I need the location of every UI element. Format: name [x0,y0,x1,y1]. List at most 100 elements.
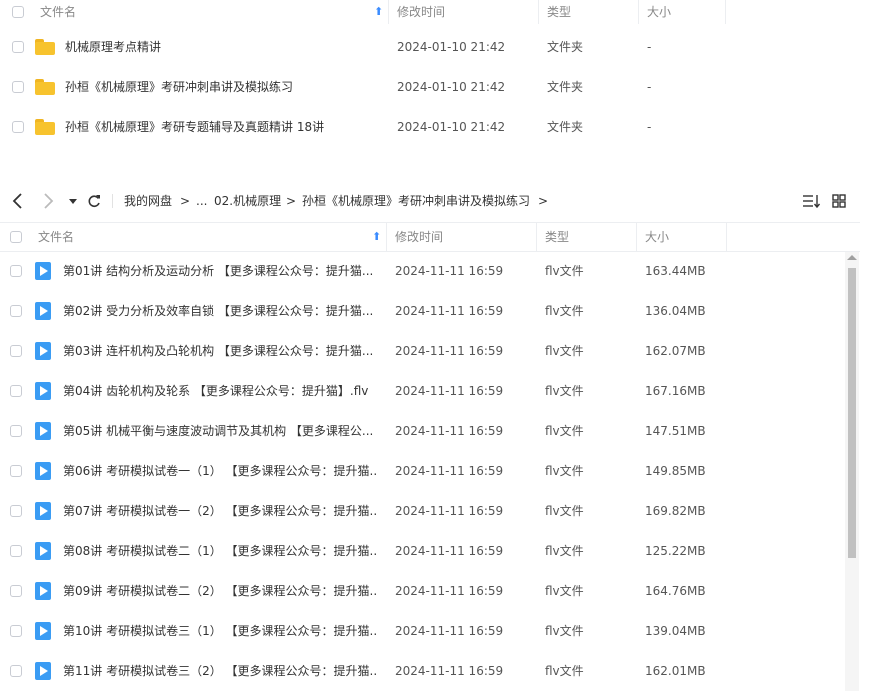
table-row[interactable]: 第09讲 考研模拟试卷二（2） 【更多课程公众号：提升猫... 2024-11-… [0,571,845,611]
table-row[interactable]: 第08讲 考研模拟试卷二（1） 【更多课程公众号：提升猫... 2024-11-… [0,531,845,571]
table-row[interactable]: 第07讲 考研模拟试卷一（2） 【更多课程公众号：提升猫... 2024-11-… [0,491,845,531]
grid-view-icon[interactable] [831,186,847,216]
column-divider [388,0,389,24]
table-row[interactable]: 孙桓《机械原理》考研冲刺串讲及模拟练习 2024-01-10 21:42 文件夹… [0,67,845,107]
table-row[interactable]: 第10讲 考研模拟试卷三（1） 【更多课程公众号：提升猫... 2024-11-… [0,611,845,651]
table-row[interactable]: 第06讲 考研模拟试卷一（1） 【更多课程公众号：提升猫... 2024-11-… [0,451,845,491]
sort-icon[interactable] [802,186,821,216]
row-checkbox[interactable] [10,505,22,517]
file-type: flv文件 [545,544,584,558]
video-file-icon [35,622,51,640]
row-checkbox[interactable] [10,425,22,437]
row-checkbox[interactable] [10,465,22,477]
file-name[interactable]: 第08讲 考研模拟试卷二（1） 【更多课程公众号：提升猫... [63,531,378,571]
column-header-size[interactable]: 大小 [645,225,669,249]
back-icon[interactable] [10,186,26,216]
table-row[interactable]: 第05讲 机械平衡与速度波动调节及其机构 【更多课程公... 2024-11-1… [0,411,845,451]
row-checkbox[interactable] [10,265,22,277]
file-name[interactable]: 第03讲 连杆机构及凸轮机构 【更多课程公众号：提升猫... [63,331,378,371]
video-file-icon [35,542,51,560]
breadcrumb-item-current[interactable]: 孙桓《机械原理》考研冲刺串讲及模拟练习 [302,186,530,216]
file-mtime: 2024-01-10 21:42 [397,80,506,94]
column-header-name[interactable]: 文件名 [38,225,74,249]
row-checkbox[interactable] [10,345,22,357]
file-name[interactable]: 孙桓《机械原理》考研专题辅导及真题精讲 18讲 [65,107,380,147]
file-name[interactable]: 第01讲 结构分析及运动分析 【更多课程公众号：提升猫... [63,251,378,291]
file-name[interactable]: 第10讲 考研模拟试卷三（1） 【更多课程公众号：提升猫... [63,611,378,651]
file-size: 136.04MB [645,304,706,318]
video-file-icon [35,582,51,600]
file-name[interactable]: 孙桓《机械原理》考研冲刺串讲及模拟练习 [65,67,380,107]
file-name[interactable]: 机械原理考点精讲 [65,27,380,67]
forward-icon[interactable] [40,186,56,216]
breadcrumb-item-root[interactable]: 我的网盘 [124,186,172,216]
table-row[interactable]: 第02讲 受力分析及效率自锁 【更多课程公众号：提升猫... 2024-11-1… [0,291,845,331]
table-row[interactable]: 孙桓《机械原理》考研专题辅导及真题精讲 18讲 2024-01-10 21:42… [0,107,845,147]
select-all-checkbox[interactable] [10,231,22,243]
column-header-type[interactable]: 类型 [547,0,571,24]
sort-ascending-icon[interactable]: ⬆ [372,225,381,249]
video-file-icon [35,382,51,400]
file-name[interactable]: 第05讲 机械平衡与速度波动调节及其机构 【更多课程公... [63,411,378,451]
file-size: 162.01MB [645,664,706,678]
file-size: - [647,120,652,134]
column-divider [538,0,539,24]
select-all-checkbox[interactable] [12,6,24,18]
file-name[interactable]: 第02讲 受力分析及效率自锁 【更多课程公众号：提升猫... [63,291,378,331]
file-type: flv文件 [545,384,584,398]
column-divider [726,223,727,251]
file-mtime: 2024-01-10 21:42 [397,120,506,134]
refresh-icon[interactable] [86,186,102,216]
row-checkbox[interactable] [10,305,22,317]
row-checkbox[interactable] [10,665,22,677]
breadcrumb-ellipsis[interactable]: ... [196,186,207,216]
file-name[interactable]: 第04讲 齿轮机构及轮系 【更多课程公众号：提升猫】.flv [63,371,378,411]
row-checkbox[interactable] [10,585,22,597]
file-mtime: 2024-11-11 16:59 [395,264,504,278]
row-checkbox[interactable] [12,121,24,133]
table-row[interactable]: 机械原理考点精讲 2024-01-10 21:42 文件夹 - [0,27,845,67]
file-name[interactable]: 第07讲 考研模拟试卷一（2） 【更多课程公众号：提升猫... [63,491,378,531]
file-mtime: 2024-11-11 16:59 [395,504,504,518]
column-header-mtime[interactable]: 修改时间 [395,225,443,249]
row-checkbox[interactable] [10,385,22,397]
file-type: flv文件 [545,664,584,678]
breadcrumb-separator-icon: > [286,194,297,208]
column-header-size[interactable]: 大小 [647,0,671,24]
file-name[interactable]: 第09讲 考研模拟试卷二（2） 【更多课程公众号：提升猫... [63,571,378,611]
column-divider [386,223,387,251]
table-row[interactable]: 第11讲 考研模拟试卷三（2） 【更多课程公众号：提升猫... 2024-11-… [0,651,845,691]
file-name[interactable]: 第11讲 考研模拟试卷三（2） 【更多课程公众号：提升猫... [63,651,378,691]
sort-ascending-icon[interactable]: ⬆ [374,0,383,24]
scroll-up-arrow-icon[interactable] [847,255,857,260]
row-checkbox[interactable] [12,81,24,93]
column-header-name[interactable]: 文件名 [40,0,76,24]
video-file-icon [35,302,51,320]
file-mtime: 2024-11-11 16:59 [395,544,504,558]
row-checkbox[interactable] [10,545,22,557]
file-mtime: 2024-11-11 16:59 [395,304,504,318]
row-checkbox[interactable] [12,41,24,53]
table-row[interactable]: 第04讲 齿轮机构及轮系 【更多课程公众号：提升猫】.flv 2024-11-1… [0,371,845,411]
column-header-type[interactable]: 类型 [545,225,569,249]
file-mtime: 2024-11-11 16:59 [395,424,504,438]
file-size: 162.07MB [645,344,706,358]
video-file-icon [35,262,51,280]
file-size: 164.76MB [645,584,706,598]
breadcrumb-separator-icon: > [180,194,191,208]
video-file-icon [35,342,51,360]
file-type: flv文件 [545,624,584,638]
file-mtime: 2024-11-11 16:59 [395,624,504,638]
row-checkbox[interactable] [10,625,22,637]
file-size: 167.16MB [645,384,706,398]
table-row[interactable]: 第03讲 连杆机构及凸轮机构 【更多课程公众号：提升猫... 2024-11-1… [0,331,845,371]
file-name[interactable]: 第06讲 考研模拟试卷一（1） 【更多课程公众号：提升猫... [63,451,378,491]
history-caret-down-icon[interactable] [68,186,78,216]
breadcrumb-item-parent[interactable]: 02.机械原理 [214,186,281,216]
file-size: 125.22MB [645,544,706,558]
vertical-scrollbar-thumb[interactable] [848,268,856,558]
table-row[interactable]: 第01讲 结构分析及运动分析 【更多课程公众号：提升猫... 2024-11-1… [0,251,845,291]
toolbar-divider [112,194,113,208]
column-header-mtime[interactable]: 修改时间 [397,0,445,24]
file-type: 文件夹 [547,120,584,134]
